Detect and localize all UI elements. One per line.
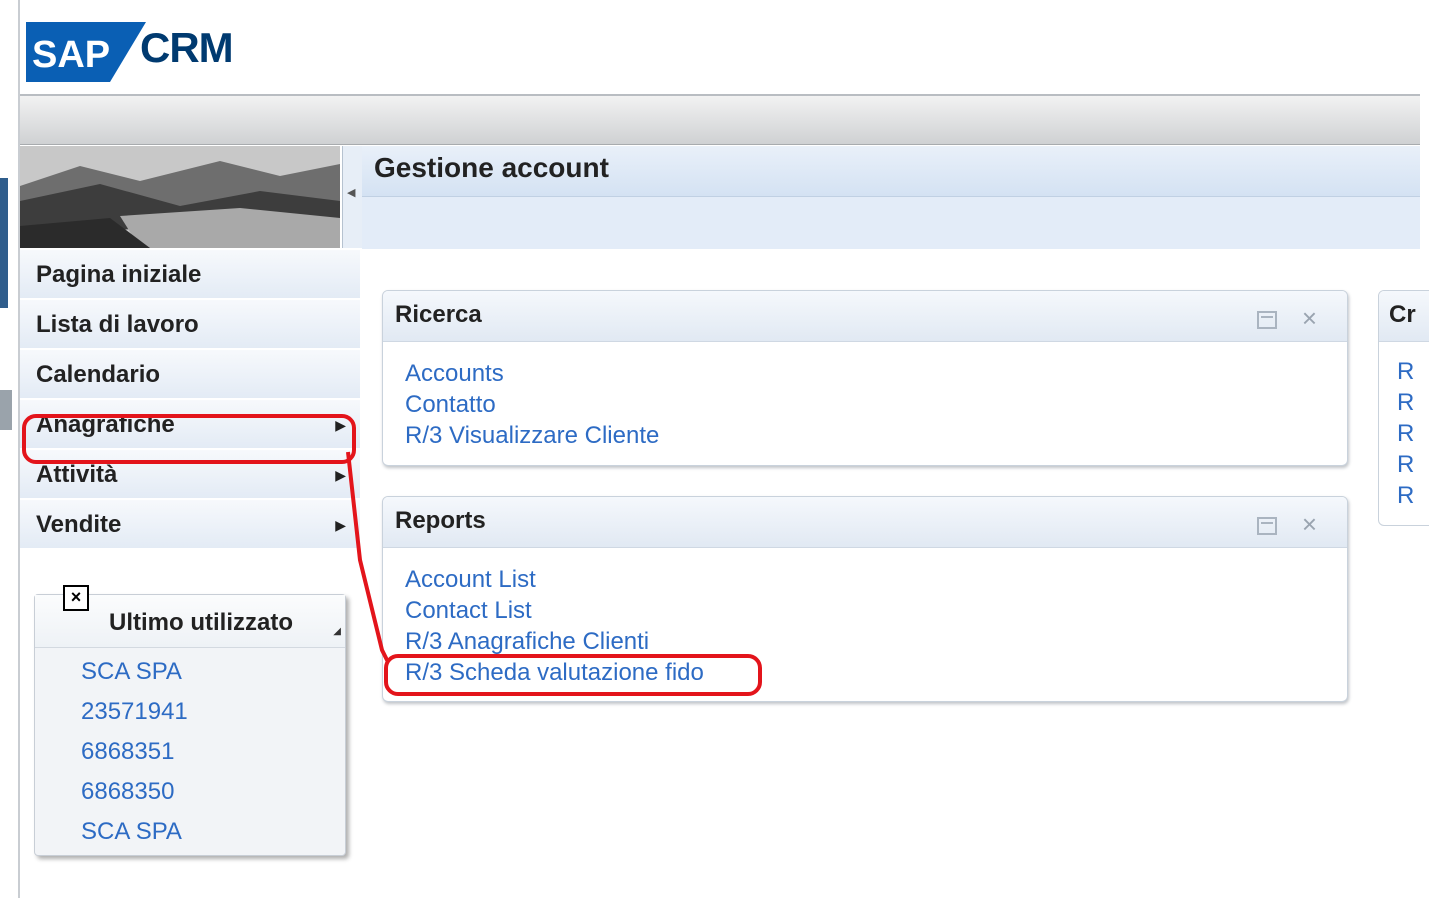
link-r3-anagrafiche-clienti[interactable]: R/3 Anagrafiche Clienti [405, 626, 1347, 657]
recent-item[interactable]: 23571941 [81, 692, 345, 732]
link-account-list[interactable]: Account List [405, 564, 1347, 595]
close-icon[interactable]: × [1302, 509, 1317, 540]
panel-header: Reports × [383, 497, 1347, 548]
panel-title: Ricerca [395, 301, 482, 328]
minimize-icon[interactable] [1257, 517, 1277, 535]
submenu-arrow-icon: ▶ [335, 467, 346, 483]
main-content: Gestione account Ricerca × Accounts Cont… [362, 146, 1429, 898]
crea-link[interactable]: R [1397, 356, 1429, 387]
sidebar-item-calendario[interactable]: Calendario [20, 350, 360, 400]
reports-panel: Reports × Account List Contact List R/3 … [382, 496, 1348, 702]
page-title-bar: Gestione account [362, 146, 1420, 197]
panel-body: Accounts Contatto R/3 Visualizzare Clien… [383, 342, 1347, 451]
collapse-arrow-icon: ◀ [347, 187, 356, 199]
ricerca-panel: Ricerca × Accounts Contatto R/3 Visualiz… [382, 290, 1348, 466]
panel-body: Account List Contact List R/3 Anagrafich… [383, 548, 1347, 688]
sidebar-item-attivita[interactable]: Attività ▶ [20, 450, 360, 500]
product-name: CRM [140, 24, 234, 71]
sidebar-item-pagina-iniziale[interactable]: Pagina iniziale [20, 250, 360, 300]
recent-items-header: × Ultimo utilizzato ◢ [35, 585, 345, 648]
sap-logo: SAP [26, 22, 146, 82]
navigation-bar: ◀ Pagina iniziale Lista di lavoro Calend… [20, 146, 363, 898]
resize-corner-icon[interactable]: ◢ [333, 626, 341, 637]
link-contatto[interactable]: Contatto [405, 389, 1347, 420]
sidebar-item-lista-di-lavoro[interactable]: Lista di lavoro [20, 300, 360, 350]
panel-body: R R R R R [1379, 342, 1429, 511]
window-edge-gray [0, 390, 12, 430]
sidebar-item-anagrafiche[interactable]: Anagrafiche ▶ [20, 400, 360, 450]
panel-header: Cr [1379, 291, 1429, 342]
crea-panel: Cr R R R R R [1378, 290, 1429, 526]
landscape-image [20, 146, 340, 248]
nav-list: Pagina iniziale Lista di lavoro Calendar… [20, 250, 360, 550]
link-contact-list[interactable]: Contact List [405, 595, 1347, 626]
recent-item[interactable]: 6868350 [81, 772, 345, 812]
link-r3-scheda-valutazione-fido[interactable]: R/3 Scheda valutazione fido [405, 657, 1347, 688]
collapse-nav-handle[interactable]: ◀ [342, 146, 363, 248]
panel-header: Ricerca × [383, 291, 1347, 342]
submenu-arrow-icon: ▶ [335, 417, 346, 433]
recent-item[interactable]: SCA SPA [81, 812, 345, 852]
recent-items-list: SCA SPA 23571941 6868351 6868350 SCA SPA [35, 648, 345, 852]
recent-items-title: Ultimo utilizzato [109, 609, 293, 636]
sidebar-item-vendite[interactable]: Vendite ▶ [20, 500, 360, 550]
svg-text:SAP: SAP [32, 34, 110, 76]
panel-title: Reports [395, 507, 486, 534]
page-subbar [362, 197, 1420, 249]
link-r3-visualizzare-cliente[interactable]: R/3 Visualizzare Cliente [405, 420, 1347, 451]
panel-title: Cr [1389, 301, 1416, 328]
window-edge [0, 0, 20, 898]
crea-link[interactable]: R [1397, 480, 1429, 511]
close-icon[interactable]: × [1302, 303, 1317, 334]
crea-link[interactable]: R [1397, 449, 1429, 480]
recent-items-panel: × Ultimo utilizzato ◢ SCA SPA 23571941 6… [34, 585, 346, 856]
crea-link[interactable]: R [1397, 387, 1429, 418]
recent-item[interactable]: SCA SPA [81, 652, 345, 692]
crea-link[interactable]: R [1397, 418, 1429, 449]
page-title: Gestione account [374, 152, 609, 183]
close-icon[interactable]: × [63, 585, 89, 611]
submenu-arrow-icon: ▶ [335, 517, 346, 533]
recent-item[interactable]: 6868351 [81, 732, 345, 772]
link-accounts[interactable]: Accounts [405, 358, 1347, 389]
minimize-icon[interactable] [1257, 311, 1277, 329]
header: SAP CRM [20, 0, 1420, 96]
toolbar [20, 96, 1420, 145]
window-edge-blue [0, 178, 8, 308]
